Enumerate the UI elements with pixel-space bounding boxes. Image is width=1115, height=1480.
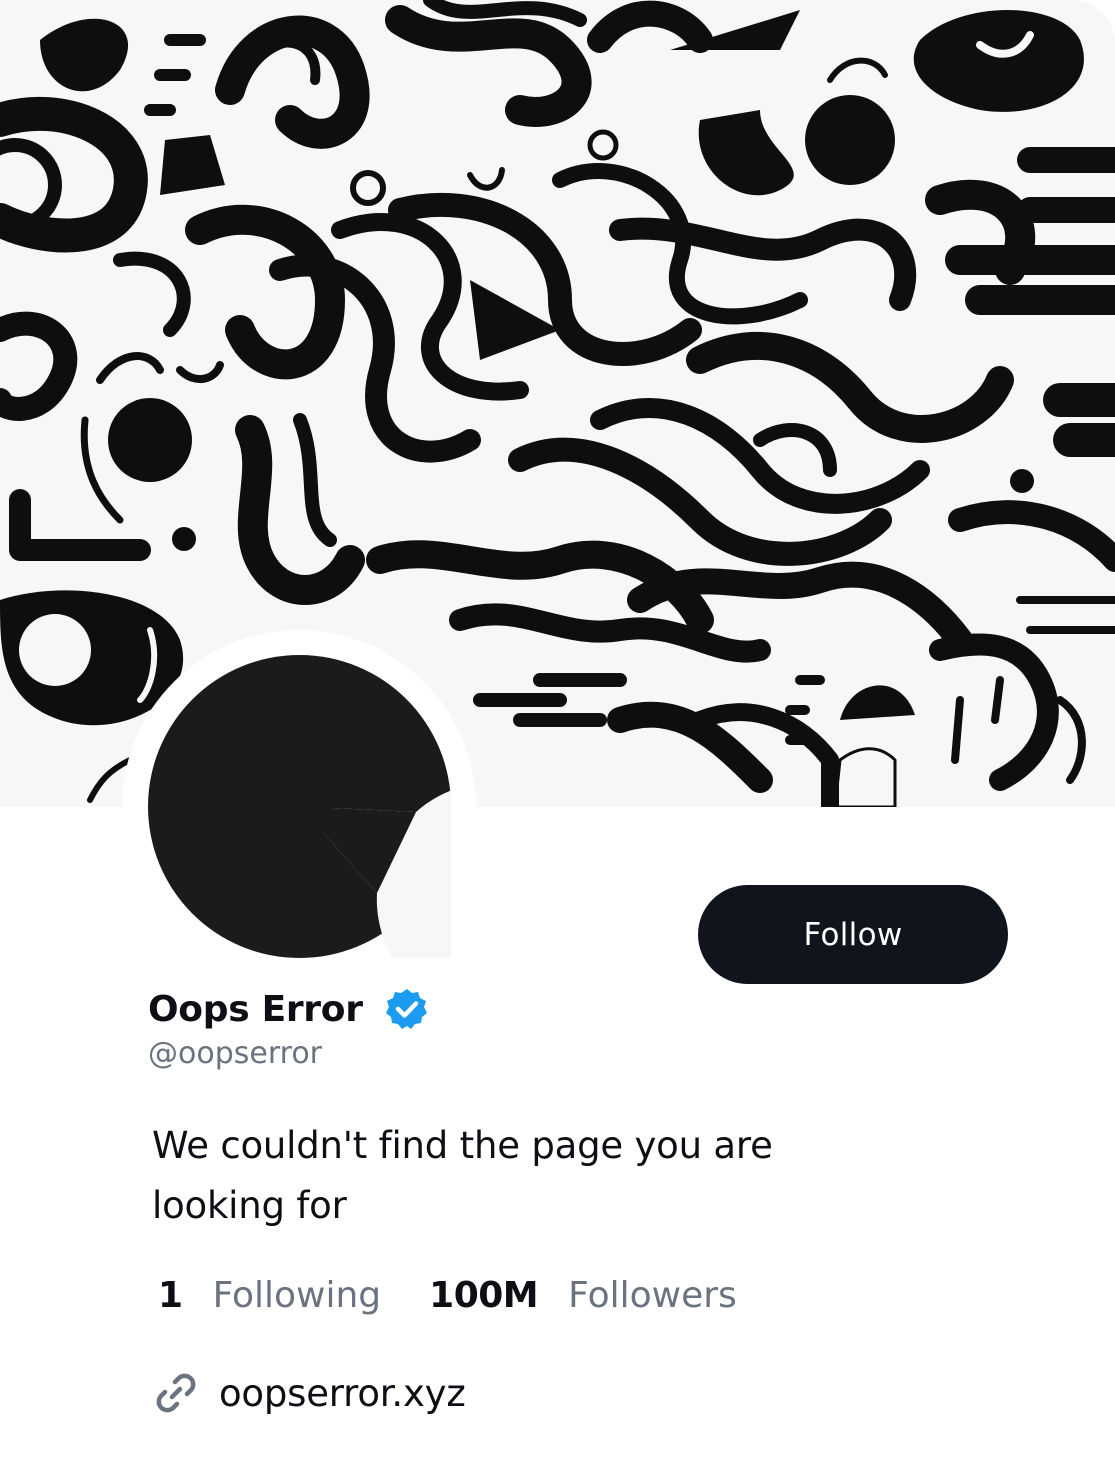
name-row: Oops Error [148,983,429,1035]
followers-count[interactable]: 100M [429,1275,538,1316]
display-name: Oops Error [148,988,363,1030]
profile-card: Follow Oops Error @oopserror We couldn't… [0,0,1115,1480]
verified-badge-icon [385,987,429,1031]
profile-bio: We couldn't find the page you are lookin… [152,1124,773,1227]
profile-link-row: oopserror.xyz [153,1365,466,1421]
followers-label[interactable]: Followers [568,1275,737,1316]
following-label[interactable]: Following [213,1275,382,1316]
logo-avatar-icon [148,655,451,958]
avatar[interactable] [148,655,451,958]
follow-button[interactable]: Follow [698,885,1008,984]
profile-website-link[interactable]: oopserror.xyz [219,1372,466,1415]
link-icon [153,1370,199,1416]
profile-handle: @oopserror [148,1036,323,1071]
profile-stats: 1 Following 100M Followers [158,1268,737,1322]
following-count[interactable]: 1 [158,1275,183,1316]
